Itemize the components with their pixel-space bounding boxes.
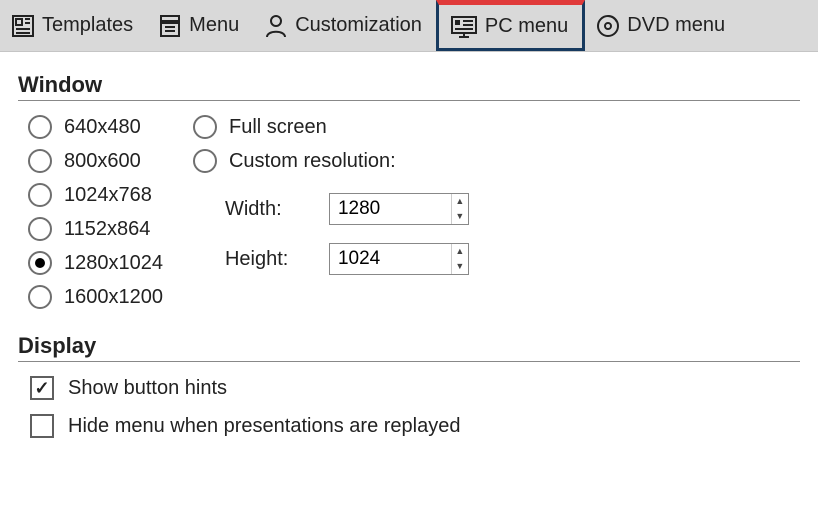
tab-label: Menu	[189, 14, 239, 37]
tab-customization[interactable]: Customization	[253, 0, 436, 51]
custom-dimensions: Width: ▲ ▼ Height: ▲	[225, 193, 469, 275]
radio-icon	[193, 149, 217, 173]
radio-icon	[28, 149, 52, 173]
menu-icon	[157, 13, 183, 39]
radio-label: 1152x864	[64, 218, 150, 241]
settings-panel: Window 640x480 800x600 1024x768 1152x864	[0, 52, 818, 470]
height-row: Height: ▲ ▼	[225, 243, 469, 275]
tab-label: DVD menu	[627, 14, 725, 37]
checkbox-hide-menu[interactable]: Hide menu when presentations are replaye…	[30, 414, 800, 438]
window-resolution-group: 640x480 800x600 1024x768 1152x864 1280x1…	[18, 115, 800, 309]
radio-icon	[28, 217, 52, 241]
tab-label: PC menu	[485, 15, 568, 38]
radio-label: 800x600	[64, 150, 141, 173]
templates-icon	[10, 13, 36, 39]
radio-640x480[interactable]: 640x480	[28, 115, 163, 139]
checkbox-show-hints[interactable]: Show button hints	[30, 376, 800, 400]
tab-label: Templates	[42, 14, 133, 37]
width-row: Width: ▲ ▼	[225, 193, 469, 225]
section-title-display: Display	[18, 333, 800, 359]
radio-label: 1024x768	[64, 184, 152, 207]
divider	[18, 361, 800, 362]
divider	[18, 100, 800, 101]
radio-icon	[28, 285, 52, 309]
height-spinner[interactable]: ▲ ▼	[329, 243, 469, 275]
checkbox-icon	[30, 414, 54, 438]
monitor-icon	[449, 14, 479, 40]
special-resolution-column: Full screen Custom resolution: Width: ▲ …	[193, 115, 469, 275]
disc-icon	[595, 13, 621, 39]
tab-templates[interactable]: Templates	[0, 0, 147, 51]
radio-label: 1600x1200	[64, 286, 163, 309]
radio-fullscreen[interactable]: Full screen	[193, 115, 469, 139]
height-label: Height:	[225, 248, 305, 271]
checkbox-label: Hide menu when presentations are replaye…	[68, 415, 460, 438]
width-input[interactable]	[330, 194, 451, 224]
spinner-down-icon[interactable]: ▼	[452, 209, 468, 224]
tab-dvd-menu[interactable]: DVD menu	[585, 0, 739, 51]
radio-1600x1200[interactable]: 1600x1200	[28, 285, 163, 309]
tab-menu[interactable]: Menu	[147, 0, 253, 51]
tab-pc-menu[interactable]: PC menu	[436, 0, 585, 51]
radio-label: Full screen	[229, 116, 327, 139]
width-label: Width:	[225, 198, 305, 221]
section-title-window: Window	[18, 72, 800, 98]
radio-label: 640x480	[64, 116, 141, 139]
radio-1024x768[interactable]: 1024x768	[28, 183, 163, 207]
spinner-down-icon[interactable]: ▼	[452, 259, 468, 274]
checkbox-icon	[30, 376, 54, 400]
spinner-up-icon[interactable]: ▲	[452, 244, 468, 259]
tabstrip: Templates Menu Customization PC menu DVD…	[0, 0, 818, 52]
preset-resolution-column: 640x480 800x600 1024x768 1152x864 1280x1…	[28, 115, 163, 309]
radio-icon	[193, 115, 217, 139]
width-spinner[interactable]: ▲ ▼	[329, 193, 469, 225]
spinner-up-icon[interactable]: ▲	[452, 194, 468, 209]
radio-1280x1024[interactable]: 1280x1024	[28, 251, 163, 275]
checkbox-label: Show button hints	[68, 377, 227, 400]
radio-custom-resolution[interactable]: Custom resolution:	[193, 149, 469, 173]
height-input[interactable]	[330, 244, 451, 274]
radio-1152x864[interactable]: 1152x864	[28, 217, 163, 241]
radio-label: Custom resolution:	[229, 150, 396, 173]
tab-label: Customization	[295, 14, 422, 37]
radio-800x600[interactable]: 800x600	[28, 149, 163, 173]
person-icon	[263, 13, 289, 39]
radio-icon	[28, 115, 52, 139]
radio-icon	[28, 183, 52, 207]
radio-label: 1280x1024	[64, 252, 163, 275]
radio-icon	[28, 251, 52, 275]
